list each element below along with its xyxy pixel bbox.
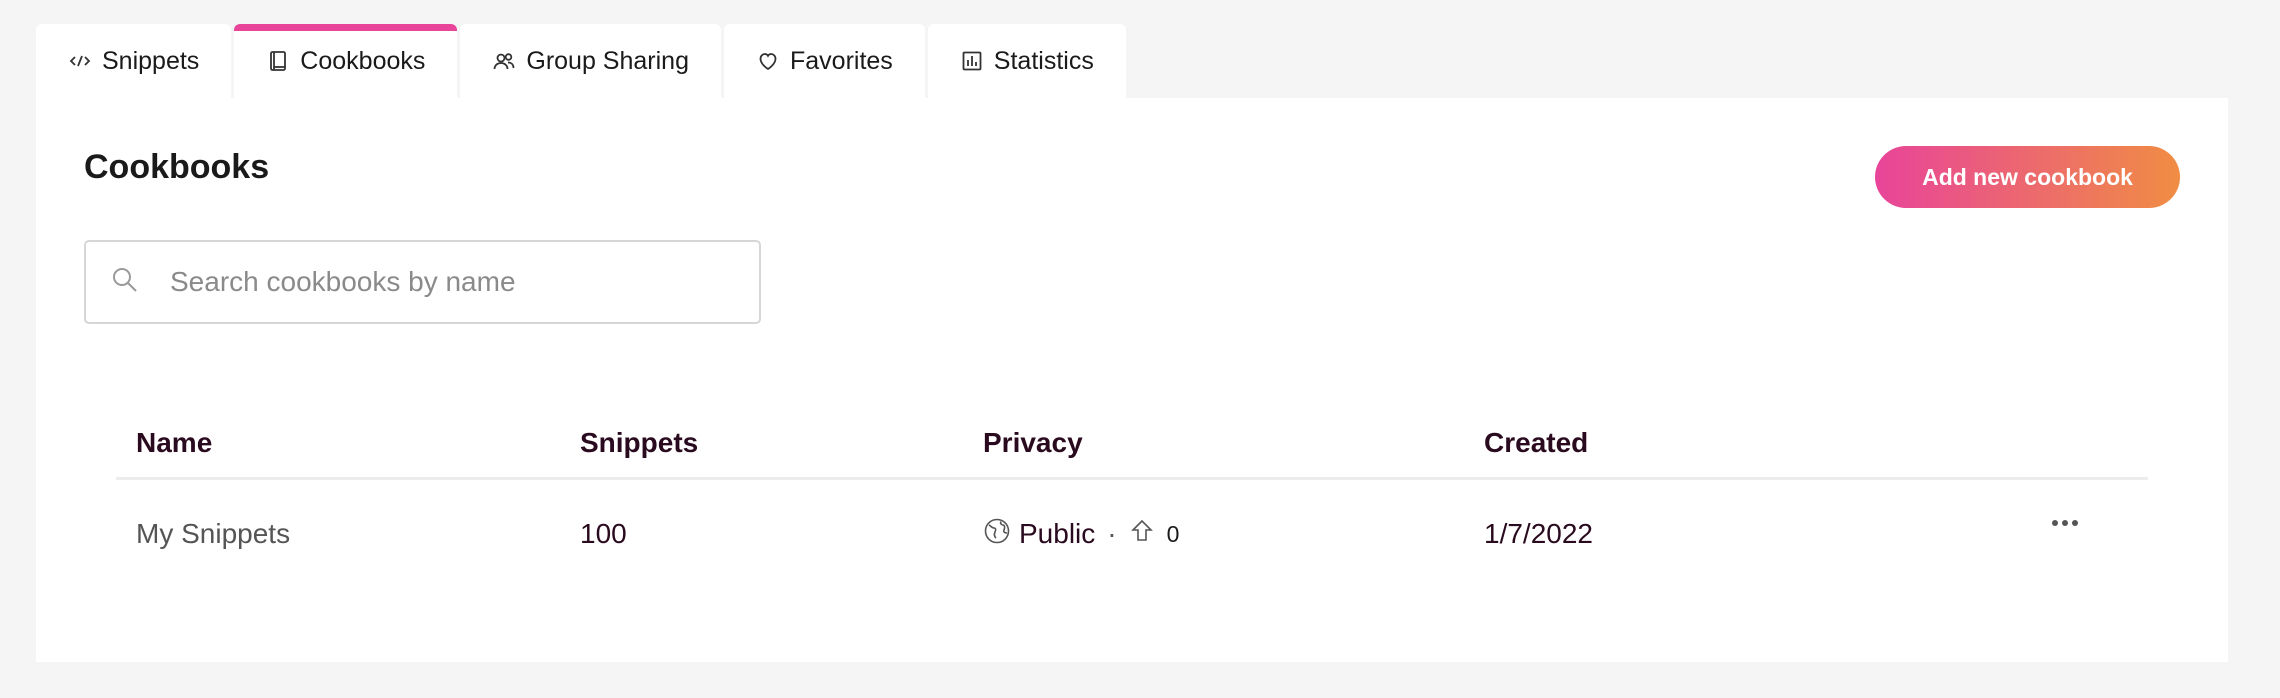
cookbooks-table: Name Snippets Privacy Created My Snippet…: [116, 408, 2148, 588]
globe-icon: [983, 517, 1011, 552]
book-icon: [266, 49, 290, 73]
tab-label: Cookbooks: [300, 46, 426, 75]
tab-label: Favorites: [789, 46, 893, 75]
tab-label: Statistics: [993, 46, 1094, 75]
column-header-privacy[interactable]: Privacy: [983, 427, 1083, 459]
created-date: 1/7/2022: [1484, 518, 1593, 549]
column-header-name[interactable]: Name: [136, 427, 212, 459]
column-header-created[interactable]: Created: [1484, 427, 1588, 459]
cookbooks-panel: Cookbooks Add new cookbook Name Snippets…: [36, 98, 2228, 662]
heart-icon: [756, 49, 780, 73]
users-icon: [492, 49, 516, 73]
snippet-count: 100: [580, 518, 627, 549]
table-row[interactable]: My Snippets 100 Public · 0 1/7/2022: [116, 480, 2148, 588]
tab-label: Snippets: [102, 46, 200, 75]
tab-statistics[interactable]: Statistics: [927, 24, 1126, 98]
tab-group-sharing[interactable]: Group Sharing: [460, 24, 721, 98]
page-title: Cookbooks: [84, 148, 270, 186]
tab-snippets[interactable]: Snippets: [36, 24, 232, 98]
bar-chart-icon: [960, 49, 984, 73]
tab-bar: Snippets Cookbooks Group Sharing Favorit…: [36, 24, 1129, 98]
add-cookbook-button[interactable]: Add new cookbook: [1875, 146, 2180, 208]
code-icon: [68, 49, 92, 73]
more-options-icon[interactable]: [2052, 520, 2078, 526]
search-box[interactable]: [84, 240, 761, 324]
tab-label: Group Sharing: [526, 46, 689, 75]
tab-cookbooks[interactable]: Cookbooks: [234, 24, 458, 98]
upvote-icon[interactable]: [1129, 518, 1155, 551]
search-input[interactable]: [170, 266, 730, 298]
cookbook-name[interactable]: My Snippets: [136, 518, 290, 550]
upvote-count: 0: [1166, 520, 1180, 547]
privacy-cell: Public · 0: [983, 517, 1179, 552]
privacy-label: Public: [1019, 518, 1096, 549]
separator: ·: [1107, 518, 1117, 549]
column-header-snippets[interactable]: Snippets: [580, 427, 698, 459]
table-header: Name Snippets Privacy Created: [116, 408, 2148, 480]
search-icon: [110, 265, 140, 300]
tab-favorites[interactable]: Favorites: [723, 24, 925, 98]
